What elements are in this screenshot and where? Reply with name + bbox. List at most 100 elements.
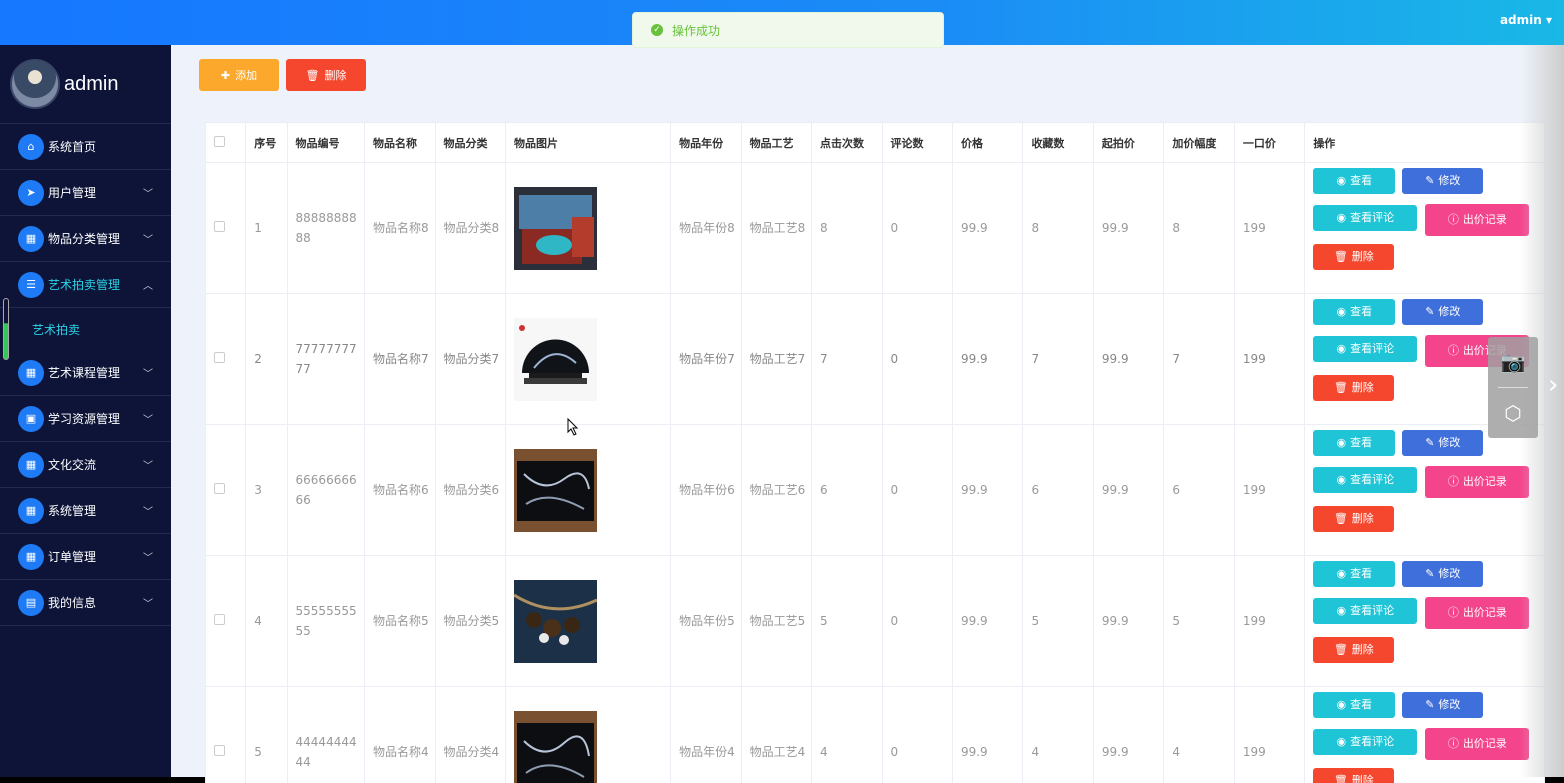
sidebar-item-auction[interactable]: ☰ 艺术拍卖管理 ︿	[0, 262, 171, 308]
bid-records-button[interactable]: ⓘ 出价记录	[1425, 466, 1530, 498]
card-icon: ▤	[18, 589, 44, 616]
row-checkbox[interactable]	[214, 352, 225, 363]
eye-icon: ◉	[1336, 436, 1347, 449]
delete-label: 删除	[1351, 381, 1374, 394]
edit-button[interactable]: ✎ 修改	[1402, 561, 1484, 587]
col-buyout: 一口价	[1233, 122, 1306, 163]
batch-delete-button[interactable]: 🗑 删除	[286, 59, 366, 91]
cell-image	[504, 555, 672, 687]
row-select-cell[interactable]	[204, 162, 247, 294]
edit-button[interactable]: ✎ 修改	[1402, 168, 1484, 194]
sidebar-item-culture[interactable]: ▦ 文化交流 ﹀	[0, 442, 171, 488]
sidebar-item-myinfo[interactable]: ▤ 我的信息 ﹀	[0, 580, 171, 626]
sidebar-item-resources[interactable]: ▣ 学习资源管理 ﹀	[0, 396, 171, 442]
cell-index: 5	[245, 686, 288, 783]
row-delete-button[interactable]: 🗑 删除	[1313, 244, 1395, 270]
edit-button[interactable]: ✎ 修改	[1402, 692, 1484, 718]
view-comments-button[interactable]: ◉ 查看评论	[1313, 205, 1418, 231]
col-increment: 加价幅度	[1163, 122, 1235, 163]
item-image	[513, 710, 597, 783]
cell-clicks: 4	[811, 686, 883, 783]
view-comments-button[interactable]: ◉ 查看评论	[1313, 467, 1418, 493]
row-checkbox[interactable]	[214, 614, 225, 625]
row-select-cell[interactable]	[204, 293, 247, 425]
cell-craft: 物品工艺8	[740, 162, 813, 294]
bids-label: 出价记录	[1462, 475, 1507, 488]
cell-clicks: 5	[811, 555, 883, 687]
view-comments-button[interactable]: ◉ 查看评论	[1313, 336, 1418, 362]
bid-records-button[interactable]: ⓘ 出价记录	[1425, 728, 1530, 760]
row-delete-button[interactable]: 🗑 删除	[1313, 506, 1395, 532]
edit-button[interactable]: ✎ 修改	[1402, 430, 1484, 456]
eye-icon: ◉	[1336, 735, 1347, 748]
cell-favorites: 4	[1022, 686, 1094, 783]
sidebar-item-label: 艺术课程管理	[48, 366, 121, 380]
grid-icon: ▦	[18, 225, 44, 252]
cell-favorites: 7	[1022, 293, 1094, 425]
sidebar-subitem-auction[interactable]: 艺术拍卖	[0, 298, 171, 360]
view-button[interactable]: ◉ 查看	[1313, 692, 1396, 718]
profile-name: admin	[64, 72, 119, 95]
camera-icon[interactable]: 📷	[1488, 337, 1538, 387]
cell-comments: 0	[881, 162, 953, 294]
bid-records-button[interactable]: ⓘ 出价记录	[1425, 597, 1530, 629]
sidebar-item-users[interactable]: ➤ 用户管理 ﹀	[0, 170, 171, 216]
view-comments-button[interactable]: ◉ 查看评论	[1313, 729, 1418, 755]
view-button[interactable]: ◉ 查看	[1313, 561, 1396, 587]
row-select-cell[interactable]	[204, 686, 247, 783]
cell-price: 99.9	[951, 293, 1024, 425]
cell-year: 物品年份6	[670, 424, 742, 556]
add-button[interactable]: ✚ 添加	[199, 59, 279, 91]
row-delete-button[interactable]: 🗑 删除	[1313, 375, 1395, 401]
bid-records-button[interactable]: ⓘ 出价记录	[1425, 204, 1530, 236]
table-row: 2 7777777777 物品名称7 物品分类7 物品年份7 物品工艺7 7 0 99.9 7 99…	[204, 293, 1545, 425]
home-icon: ⌂	[18, 133, 44, 160]
sidebar-item-label: 系统管理	[48, 504, 97, 518]
chevron-right-icon[interactable]: ›	[1548, 370, 1558, 400]
sidebar-item-home[interactable]: ⌂ 系统首页	[0, 124, 171, 170]
row-delete-button[interactable]: 🗑 删除	[1313, 768, 1395, 783]
row-select-cell[interactable]	[204, 555, 247, 687]
cell-name: 物品名称8	[364, 162, 436, 294]
pencil-icon: ✎	[1425, 305, 1435, 318]
table-header-row: 序号 物品编号 物品名称 物品分类 物品图片 物品年份 物品工艺 点击次数 评论…	[204, 122, 1545, 163]
cell-favorites: 6	[1022, 424, 1094, 556]
view-button[interactable]: ◉ 查看	[1313, 299, 1396, 325]
row-checkbox[interactable]	[214, 221, 225, 232]
row-checkbox[interactable]	[214, 483, 225, 494]
sidebar-item-system[interactable]: ▦ 系统管理 ﹀	[0, 488, 171, 534]
view-label: 查看	[1350, 174, 1373, 187]
eye-icon: ◉	[1336, 342, 1347, 355]
edit-button[interactable]: ✎ 修改	[1402, 299, 1484, 325]
info-icon: ⓘ	[1447, 344, 1459, 357]
sidebar-item-orders[interactable]: ▦ 订单管理 ﹀	[0, 534, 171, 580]
plugin-icon[interactable]: ⬡	[1488, 388, 1538, 438]
view-button[interactable]: ◉ 查看	[1313, 430, 1396, 456]
bids-label: 出价记录	[1462, 737, 1507, 750]
sidebar-item-label: 学习资源管理	[48, 412, 121, 426]
chevron-down-icon: ﹀	[143, 553, 153, 564]
view-comments-button[interactable]: ◉ 查看评论	[1313, 598, 1418, 624]
trash-icon: 🗑	[1333, 512, 1348, 525]
view-button[interactable]: ◉ 查看	[1313, 168, 1396, 194]
sidebar-item-course[interactable]: ▦ 艺术课程管理 ﹀	[0, 350, 171, 396]
select-all-cell[interactable]	[204, 122, 247, 163]
sidebar-item-category[interactable]: ▦ 物品分类管理 ﹀	[0, 216, 171, 262]
row-select-cell[interactable]	[204, 424, 247, 556]
row-delete-button[interactable]: 🗑 删除	[1313, 637, 1395, 663]
cell-start-price: 99.9	[1092, 555, 1165, 687]
col-year: 物品年份	[670, 122, 742, 163]
cell-favorites: 8	[1022, 162, 1094, 294]
action-group: ◉ 查看 ✎ 修改 ◉ 查看评论 ⓘ 出价记录 🗑 删除	[1313, 561, 1544, 681]
briefcase-icon: ▣	[18, 405, 44, 432]
select-all-checkbox[interactable]	[214, 135, 225, 147]
cell-index: 4	[245, 555, 288, 687]
user-menu[interactable]: admin ▾	[1500, 13, 1552, 27]
action-group: ◉ 查看 ✎ 修改 ◉ 查看评论 ⓘ 出价记录 🗑 删除	[1313, 168, 1544, 288]
row-checkbox[interactable]	[214, 745, 225, 756]
comments-label: 查看评论	[1350, 735, 1395, 748]
chevron-down-icon: ﹀	[143, 461, 153, 472]
view-label: 查看	[1350, 567, 1373, 580]
edit-label: 修改	[1438, 436, 1461, 449]
col-craft: 物品工艺	[740, 122, 813, 163]
